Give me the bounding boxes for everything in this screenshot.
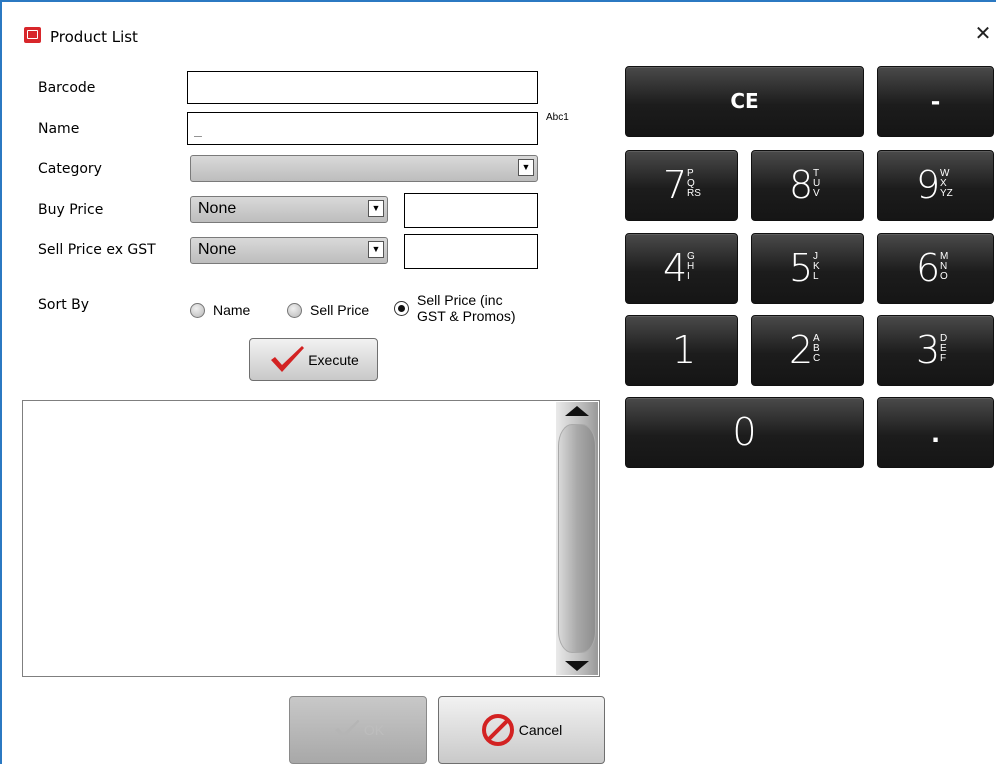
radio-unchecked-icon bbox=[190, 302, 205, 318]
keypad-ce-button[interactable]: CE bbox=[625, 66, 864, 137]
buy-price-mode-select[interactable]: None ▼ bbox=[190, 196, 388, 223]
barcode-field[interactable] bbox=[187, 71, 538, 104]
scroll-down-button[interactable] bbox=[556, 657, 598, 675]
sort-sell-price-inc-gst-radio[interactable]: Sell Price (inc GST & Promos) bbox=[394, 292, 516, 324]
barcode-label: Barcode bbox=[38, 80, 96, 96]
sell-price-field[interactable] bbox=[404, 234, 538, 269]
product-list[interactable] bbox=[22, 400, 600, 677]
scroll-up-button[interactable] bbox=[556, 402, 598, 420]
sort-name-label: Name bbox=[213, 302, 251, 318]
cancel-label: Cancel bbox=[518, 722, 563, 738]
keypad-dot-label: . bbox=[931, 416, 940, 449]
radio-checked-icon bbox=[394, 300, 409, 316]
keypad-7-letters: P Q RS bbox=[687, 168, 701, 199]
window-left-border bbox=[0, 0, 2, 764]
close-button[interactable]: ✕ bbox=[970, 20, 996, 48]
window-top-border bbox=[0, 0, 996, 2]
keypad-8-button[interactable]: 8 T U V bbox=[751, 150, 864, 221]
keypad-3-letters: D E F bbox=[940, 333, 948, 364]
sort-name-radio[interactable]: Name bbox=[190, 302, 250, 318]
buy-price-label: Buy Price bbox=[38, 202, 104, 218]
chevron-down-icon: ▼ bbox=[518, 159, 534, 176]
keypad-7-button[interactable]: 7 P Q RS bbox=[625, 150, 738, 221]
keypad-9-letters: W X YZ bbox=[940, 168, 953, 199]
sell-price-mode-select[interactable]: None ▼ bbox=[190, 237, 388, 264]
keypad-4-button[interactable]: 4 G H I bbox=[625, 233, 738, 304]
app-logo-icon bbox=[24, 27, 41, 43]
keypad-ce-label: CE bbox=[730, 89, 759, 113]
keypad-2-digit: 2 bbox=[789, 328, 814, 372]
chevron-down-icon: ▼ bbox=[368, 241, 384, 258]
keypad-6-button[interactable]: 6 M N O bbox=[877, 233, 994, 304]
chevron-down-icon: ▼ bbox=[368, 200, 384, 217]
execute-button[interactable]: Execute bbox=[249, 338, 378, 381]
keypad-dot-button[interactable]: . bbox=[877, 397, 994, 468]
checkmark-icon bbox=[271, 345, 305, 372]
keypad-5-button[interactable]: 5 J K L bbox=[751, 233, 864, 304]
ok-label: OK bbox=[363, 722, 385, 738]
arrow-down-icon bbox=[565, 661, 589, 671]
keypad-5-letters: J K L bbox=[813, 251, 820, 282]
keyboard-mode-hint: Abc1 bbox=[546, 112, 569, 123]
name-field[interactable] bbox=[187, 112, 538, 145]
category-select[interactable]: ▼ bbox=[190, 155, 538, 182]
keypad-8-digit: 8 bbox=[789, 163, 814, 207]
keypad-minus-label: - bbox=[930, 85, 941, 116]
sell-price-label: Sell Price ex GST bbox=[38, 242, 156, 258]
keypad-2-button[interactable]: 2 A B C bbox=[751, 315, 864, 386]
name-label: Name bbox=[38, 121, 80, 137]
keypad-9-digit: 9 bbox=[916, 163, 941, 207]
execute-label: Execute bbox=[308, 351, 359, 368]
keypad-6-digit: 6 bbox=[916, 246, 941, 290]
sell-price-mode-value: None bbox=[198, 241, 237, 258]
keypad-4-digit: 4 bbox=[663, 246, 688, 290]
sort-sell-price-label: Sell Price bbox=[310, 302, 370, 318]
sell-price-input[interactable] bbox=[405, 235, 537, 268]
keypad-0-digit: 0 bbox=[732, 410, 757, 454]
checkmark-icon bbox=[335, 719, 360, 739]
scroll-thumb[interactable] bbox=[558, 424, 596, 653]
sort-by-options: Name Sell Price Sell Price (inc GST & Pr… bbox=[190, 292, 550, 332]
barcode-input[interactable] bbox=[188, 72, 537, 103]
sort-sell-price-inc-gst-label: Sell Price (inc GST & Promos) bbox=[417, 292, 516, 324]
cancel-button[interactable]: Cancel bbox=[438, 696, 605, 764]
sort-by-label: Sort By bbox=[38, 297, 90, 313]
buy-price-mode-value: None bbox=[198, 200, 237, 217]
window-title: Product List bbox=[50, 28, 138, 46]
keypad-minus-button[interactable]: - bbox=[877, 66, 994, 137]
arrow-up-icon bbox=[565, 406, 589, 416]
keypad-2-letters: A B C bbox=[813, 333, 821, 364]
keypad-0-button[interactable]: 0 bbox=[625, 397, 864, 468]
keypad-3-button[interactable]: 3 D E F bbox=[877, 315, 994, 386]
keypad-6-letters: M N O bbox=[940, 251, 949, 282]
keypad-1-button[interactable]: 1 bbox=[625, 315, 738, 386]
keypad-8-letters: T U V bbox=[813, 168, 821, 199]
category-label: Category bbox=[38, 161, 102, 177]
ok-button[interactable]: OK bbox=[289, 696, 427, 764]
keypad-7-digit: 7 bbox=[663, 163, 688, 207]
keypad-4-letters: G H I bbox=[687, 251, 695, 282]
keypad-9-button[interactable]: 9 W X YZ bbox=[877, 150, 994, 221]
buy-price-field[interactable] bbox=[404, 193, 538, 228]
name-input[interactable] bbox=[188, 113, 537, 144]
sort-sell-price-radio[interactable]: Sell Price bbox=[287, 302, 369, 318]
radio-unchecked-icon bbox=[287, 302, 302, 318]
keypad-5-digit: 5 bbox=[789, 246, 814, 290]
cancel-prohibited-icon bbox=[481, 714, 514, 746]
buy-price-input[interactable] bbox=[405, 194, 537, 227]
list-scrollbar[interactable] bbox=[556, 402, 598, 675]
keypad-3-digit: 3 bbox=[916, 328, 941, 372]
keypad-1-digit: 1 bbox=[672, 328, 697, 372]
